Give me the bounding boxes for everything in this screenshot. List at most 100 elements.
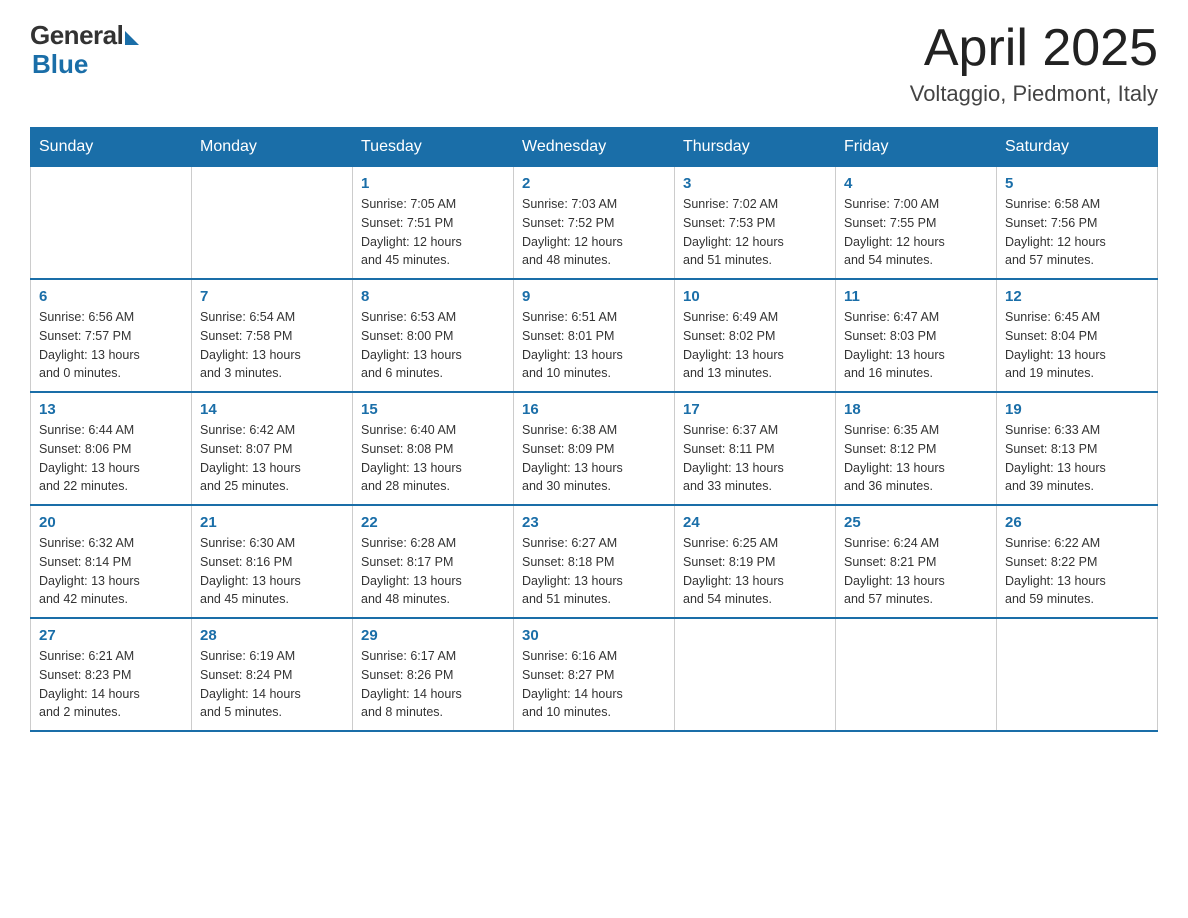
calendar-cell: 29 Sunrise: 6:17 AM Sunset: 8:26 PM Dayli… [353,618,514,731]
day-number: 6 [39,288,183,305]
day-number: 7 [200,288,344,305]
calendar-cell: 16 Sunrise: 6:38 AM Sunset: 8:09 PM Dayli… [514,392,675,505]
logo-general-text: General [30,20,123,51]
day-info: Sunrise: 6:30 AM Sunset: 8:16 PM Dayligh… [200,534,344,609]
calendar-cell: 7 Sunrise: 6:54 AM Sunset: 7:58 PM Daylig… [192,279,353,392]
calendar-day-header: Sunday [31,128,192,167]
calendar-cell: 22 Sunrise: 6:28 AM Sunset: 8:17 PM Dayli… [353,505,514,618]
day-info: Sunrise: 6:22 AM Sunset: 8:22 PM Dayligh… [1005,534,1149,609]
calendar-day-header: Friday [836,128,997,167]
day-info: Sunrise: 6:51 AM Sunset: 8:01 PM Dayligh… [522,308,666,383]
calendar-cell: 27Sunrise: 6:21 AM Sunset: 8:23 PM Dayli… [31,618,192,731]
day-info: Sunrise: 6:56 AM Sunset: 7:57 PM Dayligh… [39,308,183,383]
logo-triangle-icon [125,31,139,45]
day-info: Sunrise: 7:02 AM Sunset: 7:53 PM Dayligh… [683,195,827,270]
calendar-cell: 26Sunrise: 6:22 AM Sunset: 8:22 PM Dayli… [997,505,1158,618]
day-info: Sunrise: 6:58 AM Sunset: 7:56 PM Dayligh… [1005,195,1149,270]
day-number: 8 [361,288,505,305]
day-number: 12 [1005,288,1149,305]
day-info: Sunrise: 7:03 AM Sunset: 7:52 PM Dayligh… [522,195,666,270]
day-number: 2 [522,175,666,192]
day-info: Sunrise: 6:45 AM Sunset: 8:04 PM Dayligh… [1005,308,1149,383]
calendar-week-row: 20 Sunrise: 6:32 AM Sunset: 8:14 PM Dayli… [31,505,1158,618]
calendar-week-row: 6 Sunrise: 6:56 AM Sunset: 7:57 PM Daylig… [31,279,1158,392]
day-number: 15 [361,401,505,418]
day-info: Sunrise: 6:40 AM Sunset: 8:08 PM Dayligh… [361,421,505,496]
calendar-cell: 6 Sunrise: 6:56 AM Sunset: 7:57 PM Daylig… [31,279,192,392]
day-number: 25 [844,514,988,531]
day-number: 23 [522,514,666,531]
calendar-day-header: Thursday [675,128,836,167]
calendar-day-header: Saturday [997,128,1158,167]
calendar-cell: 24Sunrise: 6:25 AM Sunset: 8:19 PM Dayli… [675,505,836,618]
day-info: Sunrise: 6:42 AM Sunset: 8:07 PM Dayligh… [200,421,344,496]
day-info: Sunrise: 6:53 AM Sunset: 8:00 PM Dayligh… [361,308,505,383]
calendar-cell: 8 Sunrise: 6:53 AM Sunset: 8:00 PM Daylig… [353,279,514,392]
day-info: Sunrise: 6:21 AM Sunset: 8:23 PM Dayligh… [39,647,183,722]
day-number: 11 [844,288,988,305]
logo: General Blue [30,20,139,80]
calendar-day-header: Wednesday [514,128,675,167]
calendar-cell: 11 Sunrise: 6:47 AM Sunset: 8:03 PM Dayli… [836,279,997,392]
calendar-cell: 10 Sunrise: 6:49 AM Sunset: 8:02 PM Dayli… [675,279,836,392]
day-number: 1 [361,175,505,192]
day-info: Sunrise: 6:38 AM Sunset: 8:09 PM Dayligh… [522,421,666,496]
location-text: Voltaggio, Piedmont, Italy [910,81,1158,107]
calendar-cell: 14 Sunrise: 6:42 AM Sunset: 8:07 PM Dayli… [192,392,353,505]
day-info: Sunrise: 6:33 AM Sunset: 8:13 PM Dayligh… [1005,421,1149,496]
calendar-cell: 2 Sunrise: 7:03 AM Sunset: 7:52 PM Daylig… [514,167,675,280]
calendar-cell: 1Sunrise: 7:05 AM Sunset: 7:51 PM Daylig… [353,167,514,280]
calendar-cell: 3 Sunrise: 7:02 AM Sunset: 7:53 PM Daylig… [675,167,836,280]
month-year-title: April 2025 [910,20,1158,77]
day-number: 13 [39,401,183,418]
day-number: 18 [844,401,988,418]
calendar-day-header: Tuesday [353,128,514,167]
calendar-cell: 13 Sunrise: 6:44 AM Sunset: 8:06 PM Dayli… [31,392,192,505]
day-number: 20 [39,514,183,531]
calendar-cell: 21 Sunrise: 6:30 AM Sunset: 8:16 PM Dayli… [192,505,353,618]
day-number: 14 [200,401,344,418]
calendar-cell: 23 Sunrise: 6:27 AM Sunset: 8:18 PM Dayli… [514,505,675,618]
day-number: 21 [200,514,344,531]
day-number: 9 [522,288,666,305]
day-number: 16 [522,401,666,418]
calendar-cell [675,618,836,731]
day-number: 29 [361,627,505,644]
calendar-cell: 28Sunrise: 6:19 AM Sunset: 8:24 PM Dayli… [192,618,353,731]
day-info: Sunrise: 6:32 AM Sunset: 8:14 PM Dayligh… [39,534,183,609]
calendar-table: SundayMondayTuesdayWednesdayThursdayFrid… [30,127,1158,732]
day-info: Sunrise: 6:28 AM Sunset: 8:17 PM Dayligh… [361,534,505,609]
calendar-week-row: 13 Sunrise: 6:44 AM Sunset: 8:06 PM Dayli… [31,392,1158,505]
calendar-week-row: 1Sunrise: 7:05 AM Sunset: 7:51 PM Daylig… [31,167,1158,280]
day-info: Sunrise: 6:49 AM Sunset: 8:02 PM Dayligh… [683,308,827,383]
day-info: Sunrise: 7:00 AM Sunset: 7:55 PM Dayligh… [844,195,988,270]
day-info: Sunrise: 6:16 AM Sunset: 8:27 PM Dayligh… [522,647,666,722]
title-section: April 2025 Voltaggio, Piedmont, Italy [910,20,1158,107]
calendar-day-header: Monday [192,128,353,167]
day-number: 22 [361,514,505,531]
calendar-cell: 12 Sunrise: 6:45 AM Sunset: 8:04 PM Dayli… [997,279,1158,392]
calendar-cell [31,167,192,280]
day-number: 4 [844,175,988,192]
calendar-cell: 5Sunrise: 6:58 AM Sunset: 7:56 PM Daylig… [997,167,1158,280]
day-number: 10 [683,288,827,305]
day-info: Sunrise: 6:24 AM Sunset: 8:21 PM Dayligh… [844,534,988,609]
day-number: 30 [522,627,666,644]
day-info: Sunrise: 6:17 AM Sunset: 8:26 PM Dayligh… [361,647,505,722]
calendar-week-row: 27Sunrise: 6:21 AM Sunset: 8:23 PM Dayli… [31,618,1158,731]
calendar-cell: 17 Sunrise: 6:37 AM Sunset: 8:11 PM Dayli… [675,392,836,505]
calendar-cell [836,618,997,731]
calendar-cell: 19 Sunrise: 6:33 AM Sunset: 8:13 PM Dayli… [997,392,1158,505]
day-info: Sunrise: 6:54 AM Sunset: 7:58 PM Dayligh… [200,308,344,383]
day-number: 3 [683,175,827,192]
day-info: Sunrise: 6:27 AM Sunset: 8:18 PM Dayligh… [522,534,666,609]
day-info: Sunrise: 6:44 AM Sunset: 8:06 PM Dayligh… [39,421,183,496]
day-number: 19 [1005,401,1149,418]
day-info: Sunrise: 6:47 AM Sunset: 8:03 PM Dayligh… [844,308,988,383]
day-number: 17 [683,401,827,418]
day-info: Sunrise: 6:37 AM Sunset: 8:11 PM Dayligh… [683,421,827,496]
calendar-cell: 30 Sunrise: 6:16 AM Sunset: 8:27 PM Dayli… [514,618,675,731]
calendar-header-row: SundayMondayTuesdayWednesdayThursdayFrid… [31,128,1158,167]
calendar-cell: 15 Sunrise: 6:40 AM Sunset: 8:08 PM Dayli… [353,392,514,505]
calendar-cell: 18Sunrise: 6:35 AM Sunset: 8:12 PM Dayli… [836,392,997,505]
